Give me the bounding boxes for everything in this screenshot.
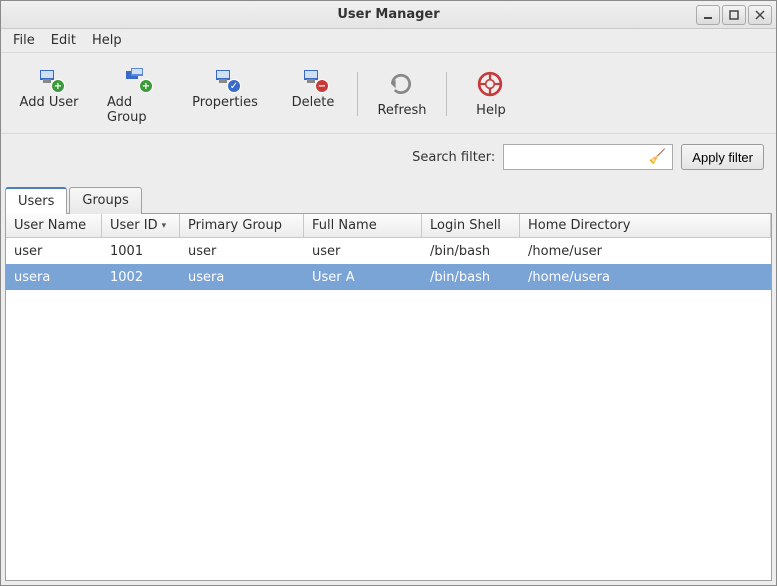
add-group-button[interactable]: + Add Group (97, 59, 177, 129)
col-username[interactable]: User Name (6, 214, 102, 238)
cell-userid: 1002 (102, 266, 180, 289)
help-icon (477, 71, 505, 99)
cell-full-name: user (304, 240, 422, 263)
cell-home-directory: /home/user (520, 240, 771, 263)
refresh-icon (388, 71, 416, 99)
tab-groups[interactable]: Groups (69, 187, 141, 214)
user-table: User Name User ID▾ Primary Group Full Na… (5, 213, 772, 581)
col-home-directory[interactable]: Home Directory (520, 214, 771, 238)
toolbar-separator (357, 72, 358, 116)
close-icon (755, 10, 765, 20)
minimize-button[interactable] (696, 5, 720, 25)
search-label: Search filter: (412, 150, 495, 165)
col-userid[interactable]: User ID▾ (102, 214, 180, 238)
table-row[interactable]: usera 1002 usera User A /bin/bash /home/… (6, 264, 771, 290)
help-button[interactable]: Help (451, 67, 531, 122)
titlebar: User Manager (1, 1, 776, 29)
toolbar-group-help: Help (451, 67, 531, 122)
cell-login-shell: /bin/bash (422, 240, 520, 263)
table-header: User Name User ID▾ Primary Group Full Na… (6, 214, 771, 238)
cell-primary-group: usera (180, 266, 304, 289)
window: User Manager File Edit Help + Add Us (0, 0, 777, 586)
add-group-icon: + (123, 63, 151, 91)
menubar: File Edit Help (1, 29, 776, 53)
cell-home-directory: /home/usera (520, 266, 771, 289)
refresh-label: Refresh (377, 103, 426, 118)
clear-filter-icon[interactable]: 🧹 (649, 149, 666, 165)
tab-users[interactable]: Users (5, 187, 67, 214)
delete-label: Delete (292, 95, 335, 110)
add-user-button[interactable]: + Add User (9, 59, 89, 129)
help-label: Help (476, 103, 506, 118)
search-bar: Search filter: 🧹 Apply filter (1, 134, 776, 188)
search-input[interactable]: 🧹 (503, 144, 673, 170)
col-login-shell[interactable]: Login Shell (422, 214, 520, 238)
cell-full-name: User A (304, 266, 422, 289)
window-title: User Manager (1, 7, 776, 22)
toolbar-group-refresh: Refresh (362, 67, 442, 122)
delete-button[interactable]: − Delete (273, 59, 353, 129)
delete-icon: − (299, 63, 327, 91)
menu-edit[interactable]: Edit (45, 31, 82, 50)
add-group-label: Add Group (107, 95, 167, 125)
menu-file[interactable]: File (7, 31, 41, 50)
refresh-button[interactable]: Refresh (362, 67, 442, 122)
menu-help[interactable]: Help (86, 31, 128, 50)
properties-button[interactable]: ✓ Properties (185, 59, 265, 129)
cell-username: user (6, 240, 102, 263)
toolbar: + Add User + Add Group ✓ Properties (1, 53, 776, 134)
add-user-label: Add User (20, 95, 79, 110)
tab-strip: Users Groups (1, 187, 776, 214)
cell-username: usera (6, 266, 102, 289)
close-button[interactable] (748, 5, 772, 25)
cell-login-shell: /bin/bash (422, 266, 520, 289)
minimize-icon (703, 10, 713, 20)
cell-userid: 1001 (102, 240, 180, 263)
col-full-name[interactable]: Full Name (304, 214, 422, 238)
cell-primary-group: user (180, 240, 304, 263)
toolbar-separator (446, 72, 447, 116)
window-controls (696, 5, 776, 25)
col-primary-group[interactable]: Primary Group (180, 214, 304, 238)
table-row[interactable]: user 1001 user user /bin/bash /home/user (6, 238, 771, 264)
properties-label: Properties (192, 95, 258, 110)
toolbar-group-edit: + Add User + Add Group ✓ Properties (9, 59, 353, 129)
apply-filter-button[interactable]: Apply filter (681, 144, 764, 170)
sort-descending-icon: ▾ (162, 221, 167, 231)
maximize-icon (729, 10, 739, 20)
maximize-button[interactable] (722, 5, 746, 25)
add-user-icon: + (35, 63, 63, 91)
properties-icon: ✓ (211, 63, 239, 91)
